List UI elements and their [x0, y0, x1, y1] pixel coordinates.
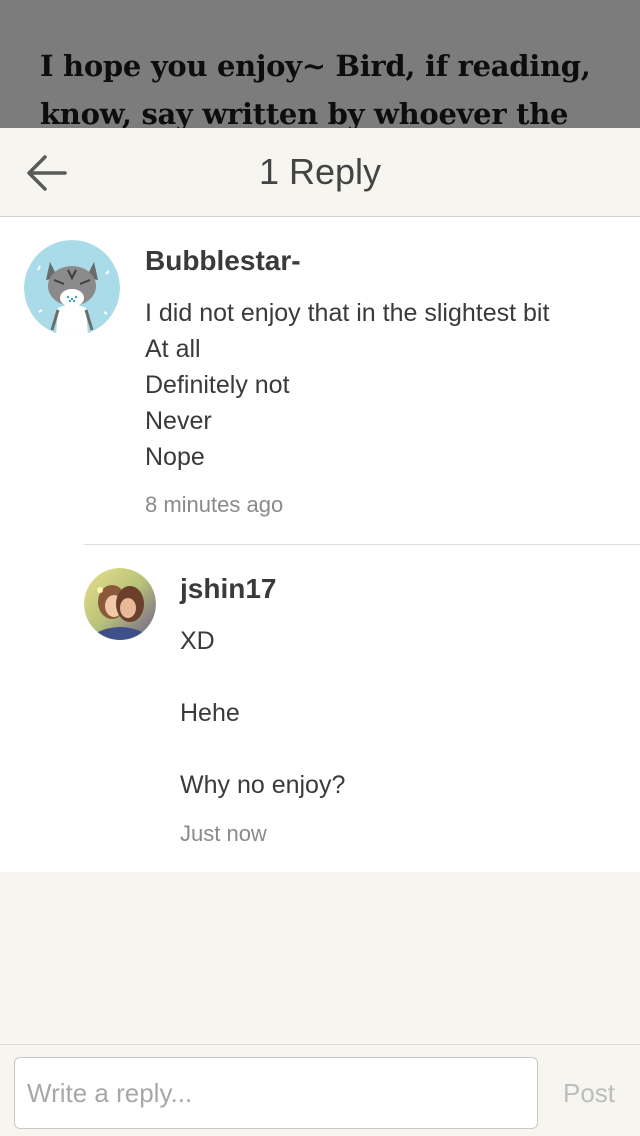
reply-timestamp: Just now: [180, 821, 267, 846]
comment-author[interactable]: Bubblestar-: [145, 245, 301, 277]
reply-line: [180, 659, 345, 695]
comment-line: I did not enjoy that in the slightest bi…: [145, 299, 550, 327]
post-button[interactable]: Post: [552, 1057, 626, 1129]
comment-line: Never: [145, 407, 212, 435]
page-title: 1 Reply: [258, 151, 382, 192]
background-post-line-1: I hope you enjoy~ Bird, if reading,: [40, 49, 591, 83]
comment-line: Nope: [145, 443, 205, 471]
reply-line: XD: [180, 627, 215, 655]
background-post: I hope you enjoy~ Bird, if reading, know…: [0, 0, 640, 128]
background-post-line-2: know, say written by whoever the two: [40, 97, 569, 128]
comment-timestamp: 8 minutes ago: [145, 492, 284, 517]
comment-body: I did not enjoy that in the slightest bi…: [145, 295, 549, 475]
parent-comment: Bubblestar- I did not enjoy that in the …: [0, 217, 640, 544]
comment-line: Definitely not: [145, 371, 290, 399]
reply-line: Why no enjoy?: [180, 771, 346, 799]
avatar[interactable]: [24, 240, 120, 336]
reply-thread: Bubblestar- I did not enjoy that in the …: [0, 217, 640, 872]
reply-comment: jshin17 XD Hehe Why no enjoy? Just now: [0, 545, 640, 872]
reply-line: [180, 731, 345, 767]
anime-avatar-icon: [84, 568, 156, 640]
reply-author[interactable]: jshin17: [180, 573, 276, 605]
cat-avatar-icon: [24, 240, 120, 336]
avatar[interactable]: [84, 568, 156, 640]
reply-body: XD Hehe Why no enjoy?: [180, 623, 345, 803]
reply-composer: Post: [0, 1044, 640, 1136]
replies-header: 1 Reply: [0, 128, 640, 217]
reply-input[interactable]: [14, 1057, 538, 1129]
comment-line: At all: [145, 335, 201, 363]
reply-line: Hehe: [180, 699, 240, 727]
